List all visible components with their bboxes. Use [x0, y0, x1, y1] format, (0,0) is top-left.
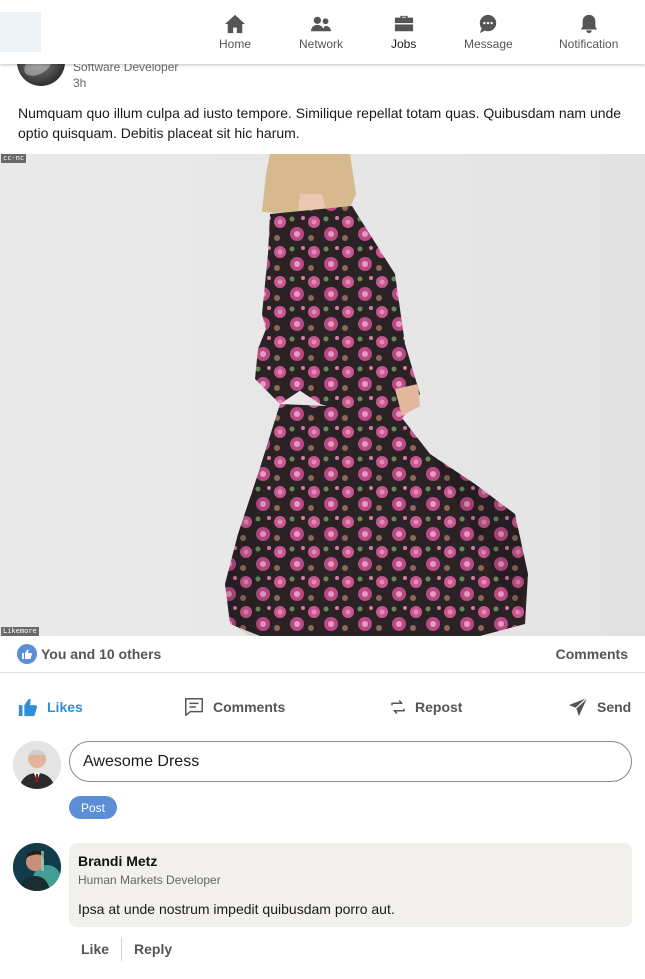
nav-notification[interactable]: Notification — [559, 14, 618, 54]
logo[interactable] — [0, 12, 41, 52]
home-icon — [224, 14, 246, 34]
comment-text: Ipsa at unde nostrum impedit quibusdam p… — [78, 901, 395, 917]
reactions-row: You and 10 others Comments — [0, 636, 645, 673]
comment-button[interactable]: Comments — [183, 694, 285, 720]
send-icon — [568, 697, 588, 717]
image-watermark-top: cc-nc — [1, 154, 27, 163]
post-text: Numquam quo illum culpa ad iusto tempore… — [18, 105, 622, 141]
send-button-label: Send — [597, 699, 632, 715]
nav-home-label: Home — [219, 37, 252, 51]
bell-icon — [578, 14, 600, 34]
message-icon — [477, 14, 499, 34]
comment-reply-button[interactable]: Reply — [122, 941, 184, 957]
commenter-role: Human Markets Developer — [78, 873, 221, 887]
briefcase-icon — [393, 14, 415, 34]
like-button-label: Likes — [47, 699, 83, 715]
commenter-name[interactable]: Brandi Metz — [78, 853, 157, 869]
post-image[interactable] — [0, 154, 645, 636]
dress-photo-illustration — [225, 154, 528, 636]
like-reaction-icon — [17, 644, 37, 664]
repost-button[interactable]: Repost — [389, 694, 462, 720]
nav-network-label: Network — [299, 37, 344, 51]
comment-like-button[interactable]: Like — [69, 941, 121, 957]
comment-icon — [185, 698, 203, 716]
comment-button-label: Comments — [213, 699, 286, 715]
thumbs-up-icon — [18, 698, 38, 717]
post-actions: Likes Comments Repost Send — [0, 688, 645, 726]
like-button[interactable]: Likes — [17, 694, 83, 720]
comment-actions: Like Reply — [69, 937, 184, 961]
reactions-count[interactable]: You and 10 others — [41, 646, 161, 662]
post-comment-button[interactable]: Post — [69, 796, 117, 819]
nav-jobs[interactable]: Jobs — [391, 14, 416, 54]
comments-count-link[interactable]: Comments — [556, 646, 628, 662]
commenter-avatar[interactable] — [13, 843, 61, 891]
feed-post: Software Developer 3h Numquam quo illum … — [0, 0, 645, 979]
nav-message[interactable]: Message — [464, 14, 513, 54]
network-icon — [310, 14, 332, 34]
nav-message-label: Message — [464, 37, 513, 51]
comment-card: Brandi Metz Human Markets Developer Ipsa… — [69, 843, 632, 927]
repost-icon — [391, 700, 405, 714]
commenter-portrait — [13, 843, 61, 891]
nav-notification-label: Notification — [559, 37, 619, 51]
image-watermark-bottom: Likemore — [1, 627, 39, 636]
nav-jobs-label: Jobs — [391, 37, 417, 51]
nav-network[interactable]: Network — [299, 14, 343, 54]
send-button[interactable]: Send — [567, 694, 631, 720]
repost-button-label: Repost — [415, 699, 463, 715]
comment-input[interactable] — [69, 741, 632, 782]
current-user-avatar[interactable] — [13, 741, 61, 789]
top-navigation: Home Network Jobs Message Notification — [0, 0, 645, 64]
post-time: 3h — [73, 76, 87, 90]
nav-home[interactable]: Home — [219, 14, 251, 54]
user-portrait — [13, 741, 61, 789]
